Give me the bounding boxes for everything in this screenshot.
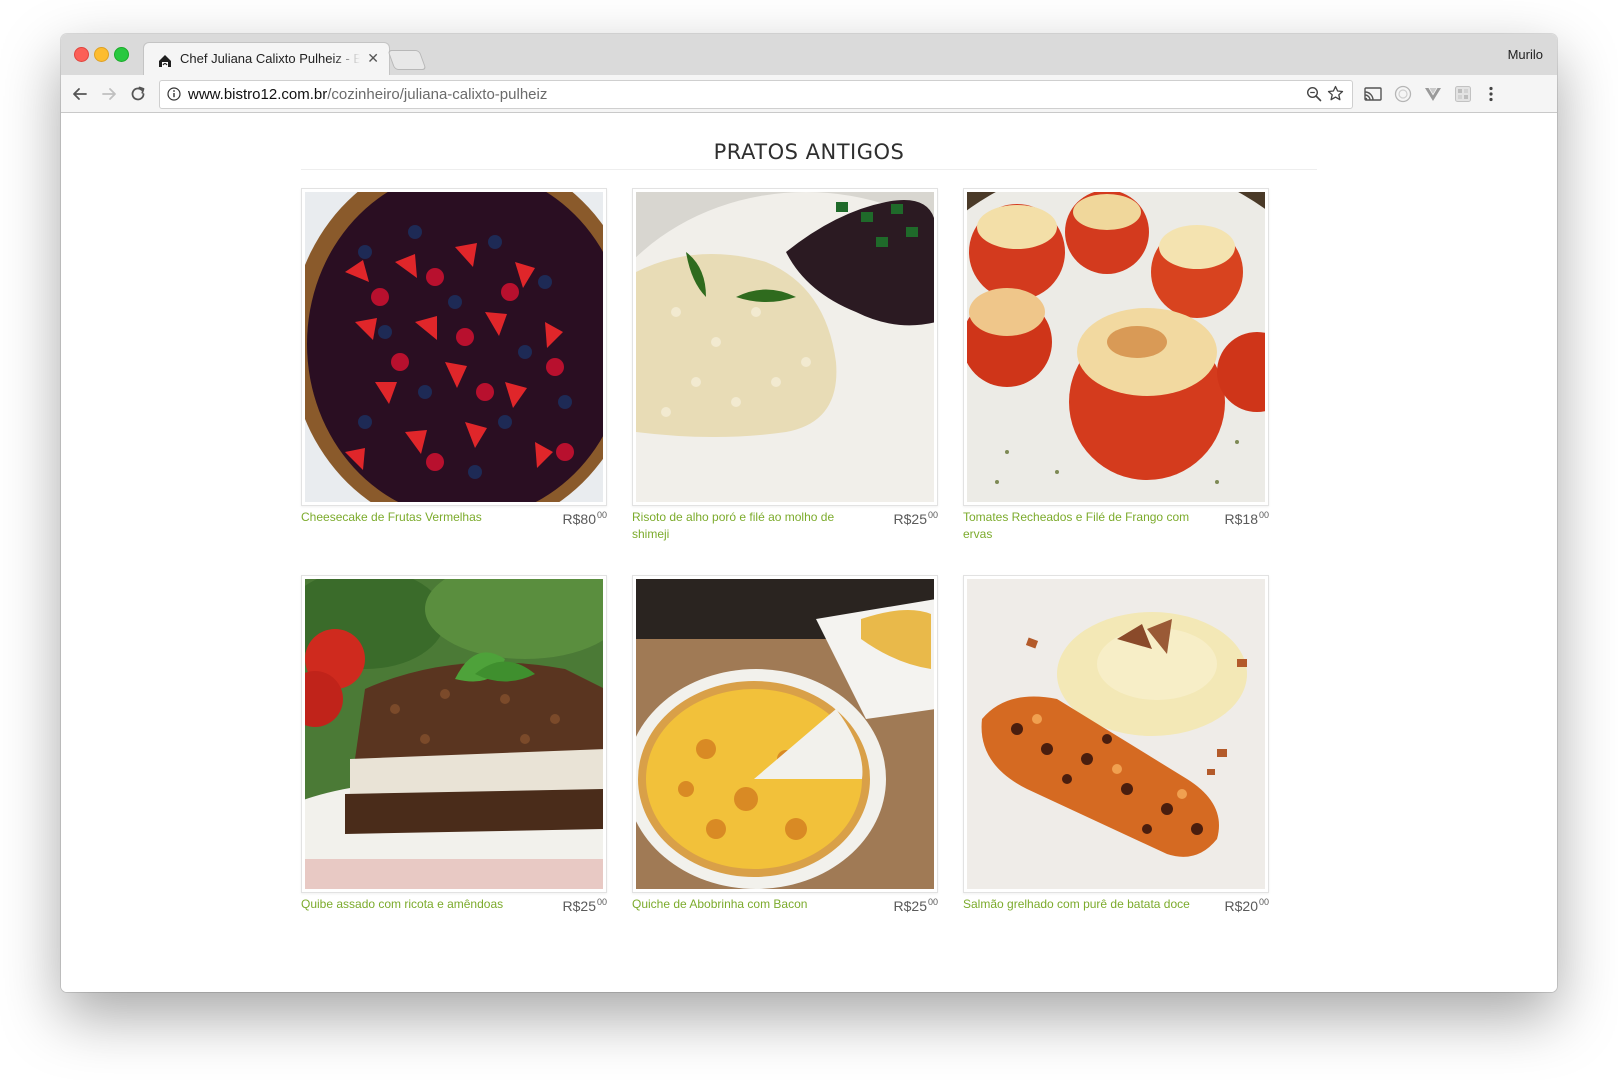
dish-card: Quibe assado com ricota e amêndoas R$250… bbox=[301, 575, 607, 914]
cast-icon[interactable] bbox=[1363, 84, 1383, 104]
tab-close-icon[interactable]: ✕ bbox=[367, 50, 379, 67]
close-window-button[interactable] bbox=[74, 47, 89, 62]
extension-grid-icon[interactable] bbox=[1453, 84, 1473, 104]
dish-price: R$2500 bbox=[893, 897, 939, 914]
dish-photo-frame[interactable] bbox=[963, 188, 1269, 506]
dish-card: Tomates Recheados e Filé de Frango com e… bbox=[963, 188, 1269, 541]
address-bar[interactable]: www.bistro12.com.br/cozinheiro/juliana-c… bbox=[159, 80, 1353, 109]
grilled-salmon-photo bbox=[967, 579, 1265, 889]
dish-card: Cheesecake de Frutas Vermelhas R$8000 bbox=[301, 188, 607, 527]
berry-cheesecake-photo bbox=[305, 192, 603, 502]
dish-photo-frame[interactable] bbox=[632, 575, 938, 893]
vue-devtools-icon[interactable] bbox=[1423, 84, 1443, 104]
minimize-window-button[interactable] bbox=[94, 47, 109, 62]
baked-kibbeh-photo bbox=[305, 579, 603, 889]
url-text[interactable]: www.bistro12.com.br/cozinheiro/juliana-c… bbox=[188, 86, 547, 103]
dish-name-link[interactable]: Quibe assado com ricota e amêndoas bbox=[301, 896, 531, 913]
dish-name-link[interactable]: Salmão grelhado com purê de batata doce bbox=[963, 896, 1193, 913]
dish-card: Risoto de alho poró e filé ao molho de s… bbox=[632, 188, 938, 541]
section-title: PRATOS ANTIGOS bbox=[713, 140, 905, 165]
url-path: /cozinheiro/juliana-calixto-pulheiz bbox=[327, 86, 548, 103]
reload-icon[interactable] bbox=[127, 83, 149, 105]
zoom-window-button[interactable] bbox=[114, 47, 129, 62]
zucchini-quiche-photo bbox=[636, 579, 934, 889]
dish-card: Quiche de Abobrinha com Bacon R$2500 bbox=[632, 575, 938, 914]
dish-photo-frame[interactable] bbox=[301, 188, 607, 506]
forward-arrow-icon[interactable] bbox=[98, 83, 120, 105]
dish-photo-frame[interactable] bbox=[301, 575, 607, 893]
browser-toolbar: www.bistro12.com.br/cozinheiro/juliana-c… bbox=[61, 75, 1557, 113]
page-content: PRATOS ANTIGOS Cheesecake de Frutas Verm… bbox=[61, 113, 1557, 992]
risotto-photo bbox=[636, 192, 934, 502]
back-arrow-icon[interactable] bbox=[69, 83, 91, 105]
bistro-favicon-icon bbox=[159, 55, 171, 67]
extension-circle-icon[interactable] bbox=[1393, 84, 1413, 104]
bookmark-star-icon[interactable] bbox=[1327, 85, 1344, 102]
dish-photo-frame[interactable] bbox=[963, 575, 1269, 893]
dish-price: R$2500 bbox=[562, 897, 608, 914]
more-menu-icon[interactable] bbox=[1481, 84, 1501, 104]
dish-photo-frame[interactable] bbox=[632, 188, 938, 506]
tab-strip: Chef Juliana Calixto Pulheiz - Bistro12 … bbox=[61, 34, 1557, 77]
stuffed-tomatoes-photo bbox=[967, 192, 1265, 502]
dish-card: Salmão grelhado com purê de batata doce … bbox=[963, 575, 1269, 914]
new-tab-button[interactable] bbox=[387, 50, 427, 70]
dish-price: R$1800 bbox=[1224, 510, 1270, 527]
section-divider bbox=[301, 169, 1317, 170]
dish-price: R$8000 bbox=[562, 510, 608, 527]
browser-window: Chef Juliana Calixto Pulheiz - Bistro12 … bbox=[61, 34, 1557, 992]
dish-price: R$2000 bbox=[1224, 897, 1270, 914]
dish-price: R$2500 bbox=[893, 510, 939, 527]
dish-name-link[interactable]: Risoto de alho poró e filé ao molho de s… bbox=[632, 509, 862, 543]
tab-title: Chef Juliana Calixto Pulheiz - Bistro12 bbox=[180, 51, 360, 66]
site-info-icon[interactable] bbox=[167, 87, 181, 101]
dish-name-link[interactable]: Tomates Recheados e Filé de Frango com e… bbox=[963, 509, 1193, 543]
dish-name-link[interactable]: Quiche de Abobrinha com Bacon bbox=[632, 896, 862, 913]
url-host: www.bistro12.com.br bbox=[188, 86, 328, 103]
profile-name[interactable]: Murilo bbox=[1508, 47, 1543, 62]
zoom-out-icon[interactable] bbox=[1306, 86, 1322, 102]
dish-name-link[interactable]: Cheesecake de Frutas Vermelhas bbox=[301, 509, 531, 526]
browser-tab-active[interactable]: Chef Juliana Calixto Pulheiz - Bistro12 … bbox=[143, 42, 390, 77]
